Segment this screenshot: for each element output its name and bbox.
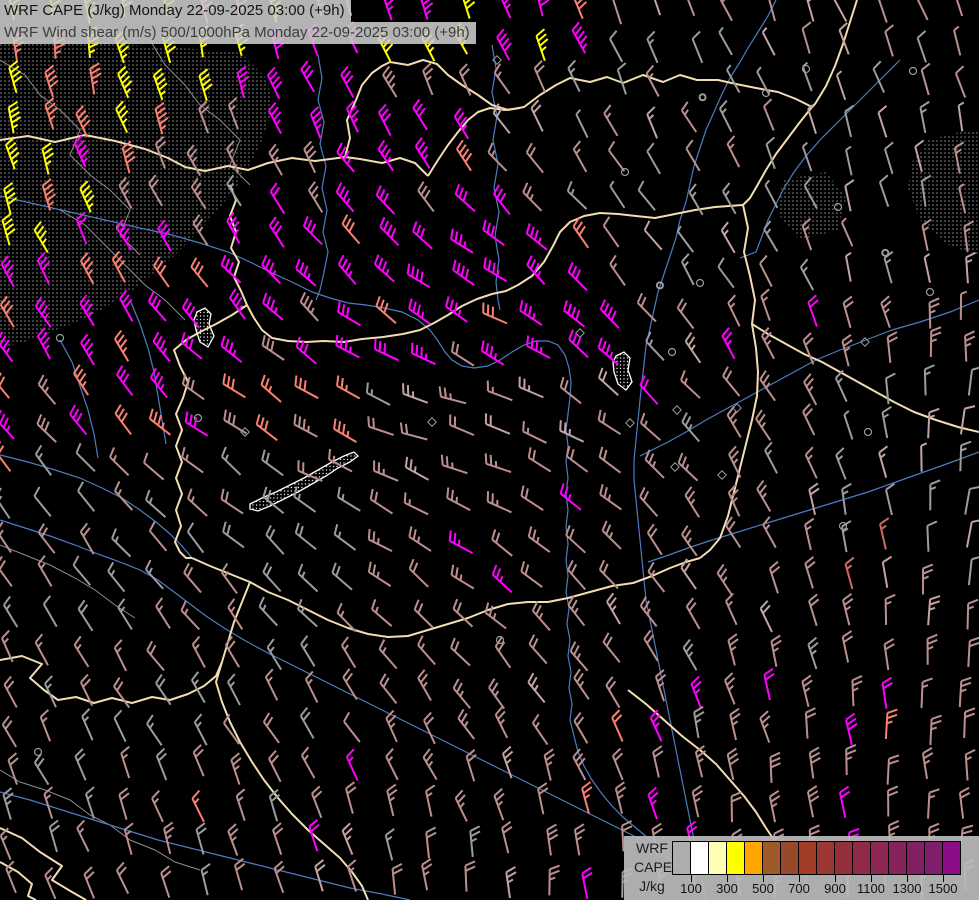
cape-legend-cell xyxy=(744,841,763,875)
legend-tick-label: 100 xyxy=(680,881,702,896)
cape-legend-cell xyxy=(924,841,943,875)
cape-legend-cell xyxy=(942,841,961,875)
cape-legend-cell xyxy=(888,841,907,875)
cape-legend-cell xyxy=(780,841,799,875)
map-title-cape: WRF CAPE (J/kg) Monday 22-09-2025 03:00 … xyxy=(0,0,351,22)
cape-colorbar xyxy=(672,841,961,875)
cape-legend-cell xyxy=(834,841,853,875)
legend-tick-label: 300 xyxy=(716,881,738,896)
cape-legend-cell xyxy=(708,841,727,875)
legend-tick-label: 900 xyxy=(824,881,846,896)
cape-legend: WRF CAPE J/kg 100 300 500 700 900 1100 1300 150… xyxy=(624,836,979,900)
legend-tick-label: 700 xyxy=(788,881,810,896)
cape-legend-cell xyxy=(762,841,781,875)
weather-map-page: WRF CAPE (J/kg) Monday 22-09-2025 03:00 … xyxy=(0,0,979,900)
legend-tick-label: 1300 xyxy=(892,881,922,896)
cape-legend-cell xyxy=(870,841,889,875)
legend-label-unit: J/kg xyxy=(639,878,665,894)
weather-map-canvas xyxy=(0,0,979,900)
cape-legend-cell xyxy=(690,841,709,875)
cape-legend-cell xyxy=(906,841,925,875)
legend-label-wrf: WRF xyxy=(636,840,668,856)
legend-label-cape: CAPE xyxy=(634,859,673,875)
cape-legend-cell xyxy=(816,841,835,875)
cape-legend-cell xyxy=(726,841,745,875)
map-title-windshear: WRF Wind shear (m/s) 500/1000hPa Monday … xyxy=(0,22,476,44)
cape-legend-cell xyxy=(798,841,817,875)
legend-tick-label: 500 xyxy=(752,881,774,896)
cape-legend-cell xyxy=(852,841,871,875)
legend-tick-label: 1500 xyxy=(928,881,958,896)
legend-label: WRF CAPE J/kg xyxy=(634,839,673,896)
legend-tick-label: 1100 xyxy=(857,881,885,896)
cape-legend-cell xyxy=(672,841,691,875)
